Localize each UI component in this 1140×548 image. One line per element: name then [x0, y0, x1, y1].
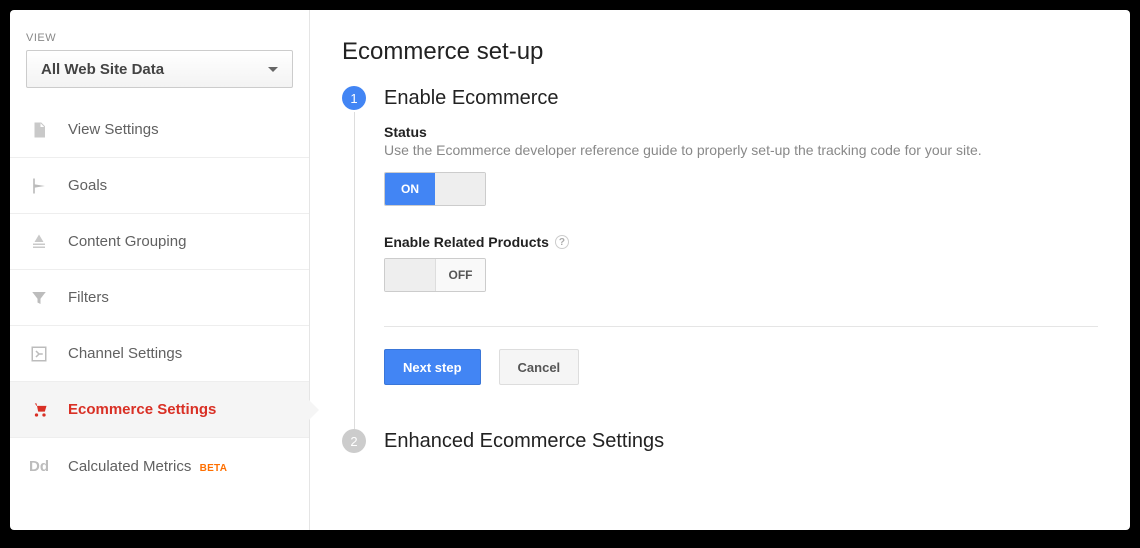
- steps-container: 1 Enable Ecommerce Status Use the Ecomme…: [342, 86, 1098, 453]
- toggle-off-label: OFF: [435, 259, 485, 291]
- cancel-button[interactable]: Cancel: [499, 349, 580, 385]
- divider: [384, 326, 1098, 327]
- step-number-1: 1: [342, 86, 366, 110]
- related-products-label: Enable Related Products ?: [384, 234, 1098, 250]
- sidebar-item-goals[interactable]: Goals: [10, 158, 309, 214]
- status-toggle[interactable]: ON: [384, 172, 486, 206]
- funnel-icon: [28, 287, 50, 309]
- toggle-blank: [385, 259, 435, 291]
- page-icon: [28, 119, 50, 141]
- sidebar-item-content-grouping[interactable]: Content Grouping: [10, 214, 309, 270]
- help-icon[interactable]: ?: [555, 235, 569, 249]
- related-products-section: Enable Related Products ? OFF: [384, 234, 1098, 296]
- sidebar: VIEW All Web Site Data View Settings Goa…: [10, 10, 310, 530]
- step-1-title: Enable Ecommerce: [384, 87, 559, 110]
- app-window: VIEW All Web Site Data View Settings Goa…: [10, 10, 1130, 530]
- flag-icon: [28, 175, 50, 197]
- page-title: Ecommerce set-up: [342, 38, 1098, 66]
- next-step-button[interactable]: Next step: [384, 349, 481, 385]
- step-1-buttons: Next step Cancel: [384, 349, 1098, 385]
- sidebar-item-filters[interactable]: Filters: [10, 270, 309, 326]
- sidebar-item-calculated-metrics[interactable]: Dd Calculated Metrics BETA: [10, 438, 309, 494]
- status-help-text: Use the Ecommerce developer reference gu…: [384, 142, 1098, 158]
- nav-label: Goals: [68, 177, 107, 194]
- related-products-text: Enable Related Products: [384, 234, 549, 250]
- nav-label: Filters: [68, 289, 109, 306]
- dd-icon: Dd: [28, 455, 50, 477]
- channel-icon: [28, 343, 50, 365]
- sidebar-item-ecommerce-settings[interactable]: Ecommerce Settings: [10, 382, 309, 438]
- step-2-title: Enhanced Ecommerce Settings: [384, 430, 664, 453]
- nav-label: Ecommerce Settings: [68, 401, 216, 418]
- beta-badge: BETA: [200, 463, 228, 474]
- caret-down-icon: [268, 67, 278, 72]
- status-label: Status: [384, 124, 1098, 140]
- step-connector-line: [354, 112, 355, 437]
- related-products-toggle[interactable]: OFF: [384, 258, 486, 292]
- nav-label: Content Grouping: [68, 233, 186, 250]
- view-label: VIEW: [10, 32, 309, 50]
- main-content: Ecommerce set-up 1 Enable Ecommerce Stat…: [310, 10, 1130, 530]
- view-selector-text: All Web Site Data: [41, 61, 164, 78]
- nav-label: Channel Settings: [68, 345, 182, 362]
- nav-label: Calculated Metrics: [68, 458, 191, 475]
- step-number-2: 2: [342, 429, 366, 453]
- step-1-body: Status Use the Ecommerce developer refer…: [370, 124, 1098, 405]
- step-1-header: 1 Enable Ecommerce: [342, 86, 1098, 110]
- nav-label: View Settings: [68, 121, 159, 138]
- content-icon: [28, 231, 50, 253]
- view-selector[interactable]: All Web Site Data: [26, 50, 293, 88]
- cart-icon: [28, 399, 50, 421]
- toggle-on-label: ON: [385, 173, 435, 205]
- sidebar-item-view-settings[interactable]: View Settings: [10, 102, 309, 158]
- step-2-header: 2 Enhanced Ecommerce Settings: [342, 429, 1098, 453]
- toggle-blank: [435, 173, 485, 205]
- sidebar-item-channel-settings[interactable]: Channel Settings: [10, 326, 309, 382]
